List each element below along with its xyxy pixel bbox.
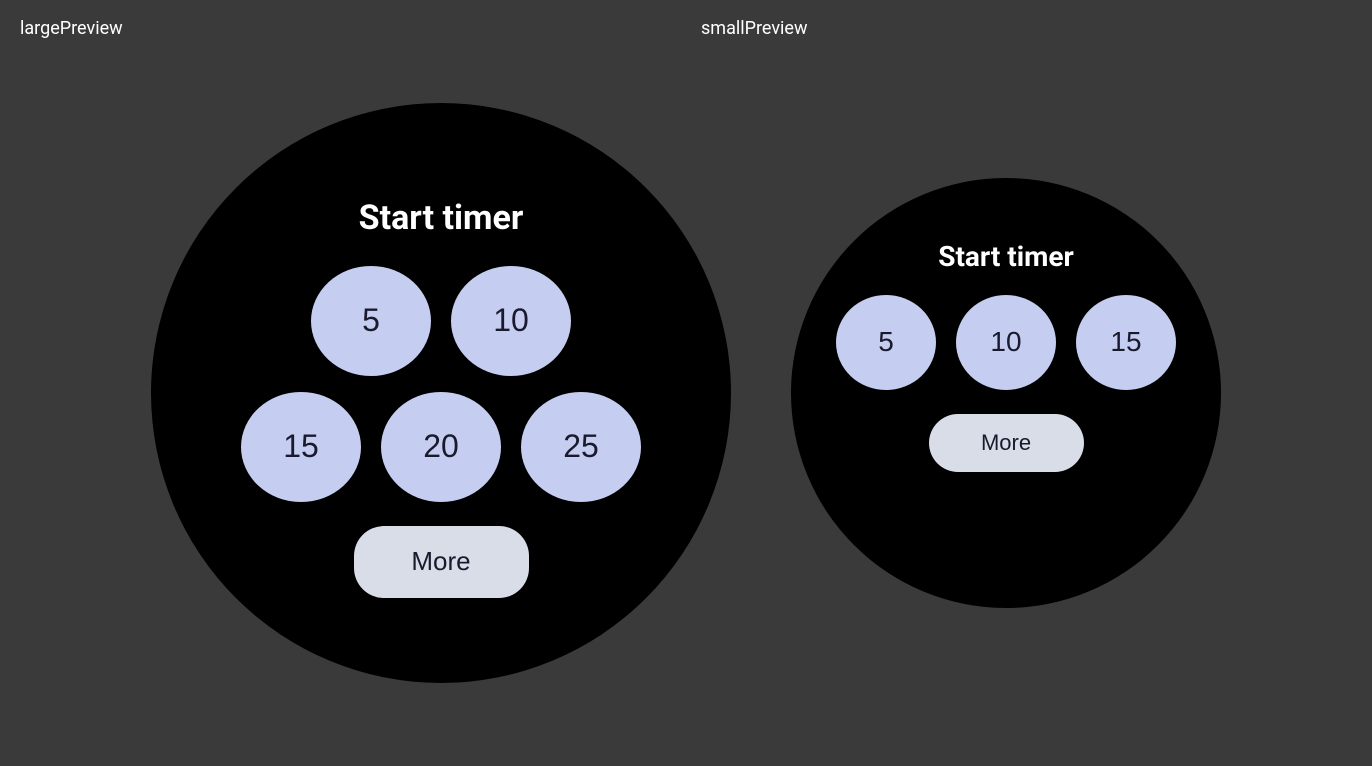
large-timer-button-20[interactable]: 20 — [381, 392, 501, 502]
small-watch-preview: Start timer 5 10 15 More — [791, 178, 1221, 608]
large-watch-row1: 5 10 — [311, 266, 571, 376]
small-watch-row1: 5 10 15 — [836, 295, 1176, 390]
small-more-button[interactable]: More — [929, 414, 1084, 472]
small-timer-button-10[interactable]: 10 — [956, 295, 1056, 390]
large-watch-title: Start timer — [359, 198, 524, 238]
large-watch-buttons: 5 10 15 20 25 More — [241, 266, 641, 598]
large-more-button[interactable]: More — [354, 526, 529, 598]
large-timer-button-10[interactable]: 10 — [451, 266, 571, 376]
large-timer-button-5[interactable]: 5 — [311, 266, 431, 376]
small-preview-label: smallPreview — [701, 18, 808, 39]
large-watch-row2: 15 20 25 — [241, 392, 641, 502]
small-watch-title: Start timer — [938, 240, 1074, 273]
large-preview-label: largePreview — [20, 18, 123, 39]
small-watch-buttons: 5 10 15 More — [836, 295, 1176, 472]
large-watch-preview: Start timer 5 10 15 20 25 More — [151, 103, 731, 683]
large-timer-button-25[interactable]: 25 — [521, 392, 641, 502]
large-timer-button-15[interactable]: 15 — [241, 392, 361, 502]
small-timer-button-15[interactable]: 15 — [1076, 295, 1176, 390]
small-timer-button-5[interactable]: 5 — [836, 295, 936, 390]
